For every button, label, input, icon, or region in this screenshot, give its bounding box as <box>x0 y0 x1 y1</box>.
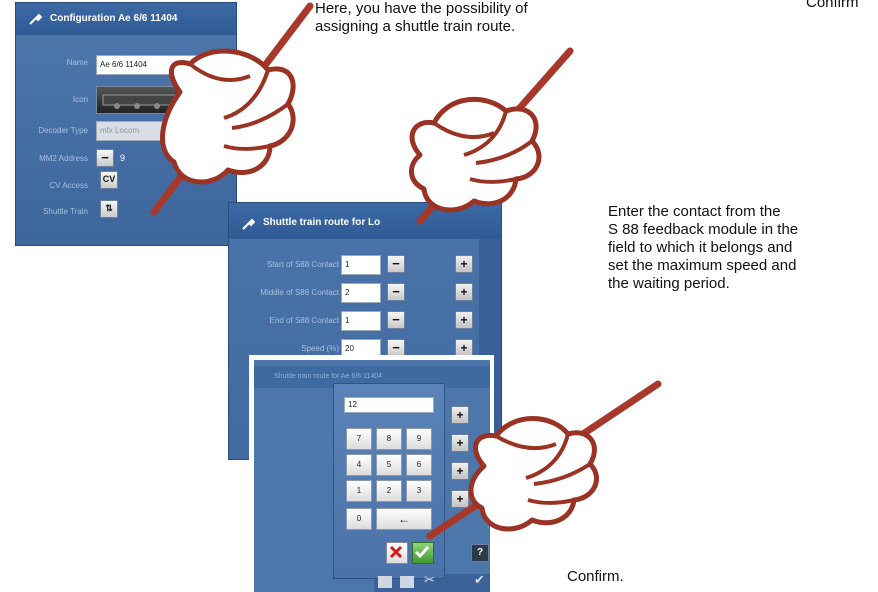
end-contact-field[interactable]: 1 <box>341 311 381 331</box>
configuration-dialog: Configuration Ae 6/6 11404 Name Ae 6/6 1… <box>15 2 237 246</box>
key-9[interactable]: 9 <box>406 428 432 450</box>
keypad-panel: 12 7 8 9 4 5 6 1 2 3 0 ← <box>333 383 445 579</box>
key-0[interactable]: 0 <box>346 508 372 530</box>
middle-contact-minus-button[interactable]: − <box>387 283 405 301</box>
toolbar-icon-1[interactable] <box>378 576 392 588</box>
cv-access-label: CV Access <box>49 181 88 190</box>
middle-contact-plus-button[interactable]: + <box>455 283 473 301</box>
name-field[interactable]: Ae 6/6 11404 <box>96 55 200 75</box>
shuttle-train-button[interactable]: ⇅ <box>100 200 118 218</box>
key-7[interactable]: 7 <box>346 428 372 450</box>
cancel-button[interactable] <box>386 542 408 564</box>
toolbar-icon-2[interactable] <box>400 576 414 588</box>
backspace-key[interactable]: ← <box>376 508 432 530</box>
decoder-type-label: Decoder Type <box>38 126 88 135</box>
name-label: Name <box>66 58 88 67</box>
name-browse-button[interactable]: ... <box>206 56 230 74</box>
wrench-icon <box>242 218 255 230</box>
cv-access-button[interactable]: CV <box>100 171 118 189</box>
bg-plus-button-4[interactable]: + <box>451 490 469 508</box>
start-contact-minus-button[interactable]: − <box>387 255 405 273</box>
decoder-type-field: mfx Locom <box>96 121 200 141</box>
confirm-button[interactable] <box>412 542 434 564</box>
caption-confirm-fragment: Confirm <box>806 0 859 11</box>
icon-label: Icon <box>72 95 88 104</box>
key-4[interactable]: 4 <box>346 454 372 476</box>
bg-plus-button-1[interactable]: + <box>451 406 469 424</box>
middle-contact-field[interactable]: 2 <box>341 283 381 303</box>
speed-label: Speed (%) <box>301 344 339 353</box>
caption-confirm: Confirm. <box>567 568 624 585</box>
cancel-x-icon <box>389 545 403 559</box>
shuttle-route-dialog-title: Shuttle train route for Lo <box>229 203 501 239</box>
start-contact-label: Start of S88 Contact <box>266 260 339 269</box>
caption-contacts: Enter the contact from the S 88 feedback… <box>608 203 799 292</box>
key-3[interactable]: 3 <box>406 480 432 502</box>
start-contact-field[interactable]: 1 <box>341 255 381 275</box>
shuttle-train-label: Shuttle Train <box>43 207 88 216</box>
caption-shuttle-route: Here, you have the possibility of assign… <box>315 0 528 35</box>
middle-contact-label: Middle of S88 Contact <box>260 288 339 297</box>
address-minus-button[interactable]: − <box>96 149 114 167</box>
toolbar-check-icon[interactable]: ✔ <box>474 572 488 588</box>
start-contact-plus-button[interactable]: + <box>455 255 473 273</box>
key-2[interactable]: 2 <box>376 480 402 502</box>
help-button[interactable]: ? <box>471 544 489 562</box>
end-contact-minus-button[interactable]: − <box>387 311 405 329</box>
keypad-display[interactable]: 12 <box>344 397 434 413</box>
end-contact-label: End of S88 Contact <box>269 316 339 325</box>
key-1[interactable]: 1 <box>346 480 372 502</box>
locomotive-icon-field[interactable] <box>96 86 202 114</box>
configuration-dialog-title: Configuration Ae 6/6 11404 <box>16 3 236 35</box>
toolbar-scissors-icon[interactable]: ✂ <box>424 572 438 588</box>
mm2-address-label: MM2 Address <box>39 154 88 163</box>
locomotive-icon <box>102 94 184 109</box>
key-6[interactable]: 6 <box>406 454 432 476</box>
wrench-icon <box>29 13 42 25</box>
end-contact-plus-button[interactable]: + <box>455 311 473 329</box>
bg-plus-button-2[interactable]: + <box>451 434 469 452</box>
checkmark-icon <box>414 546 430 559</box>
key-5[interactable]: 5 <box>376 454 402 476</box>
bg-plus-button-3[interactable]: + <box>451 462 469 480</box>
key-8[interactable]: 8 <box>376 428 402 450</box>
address-value: 9 <box>120 153 126 163</box>
